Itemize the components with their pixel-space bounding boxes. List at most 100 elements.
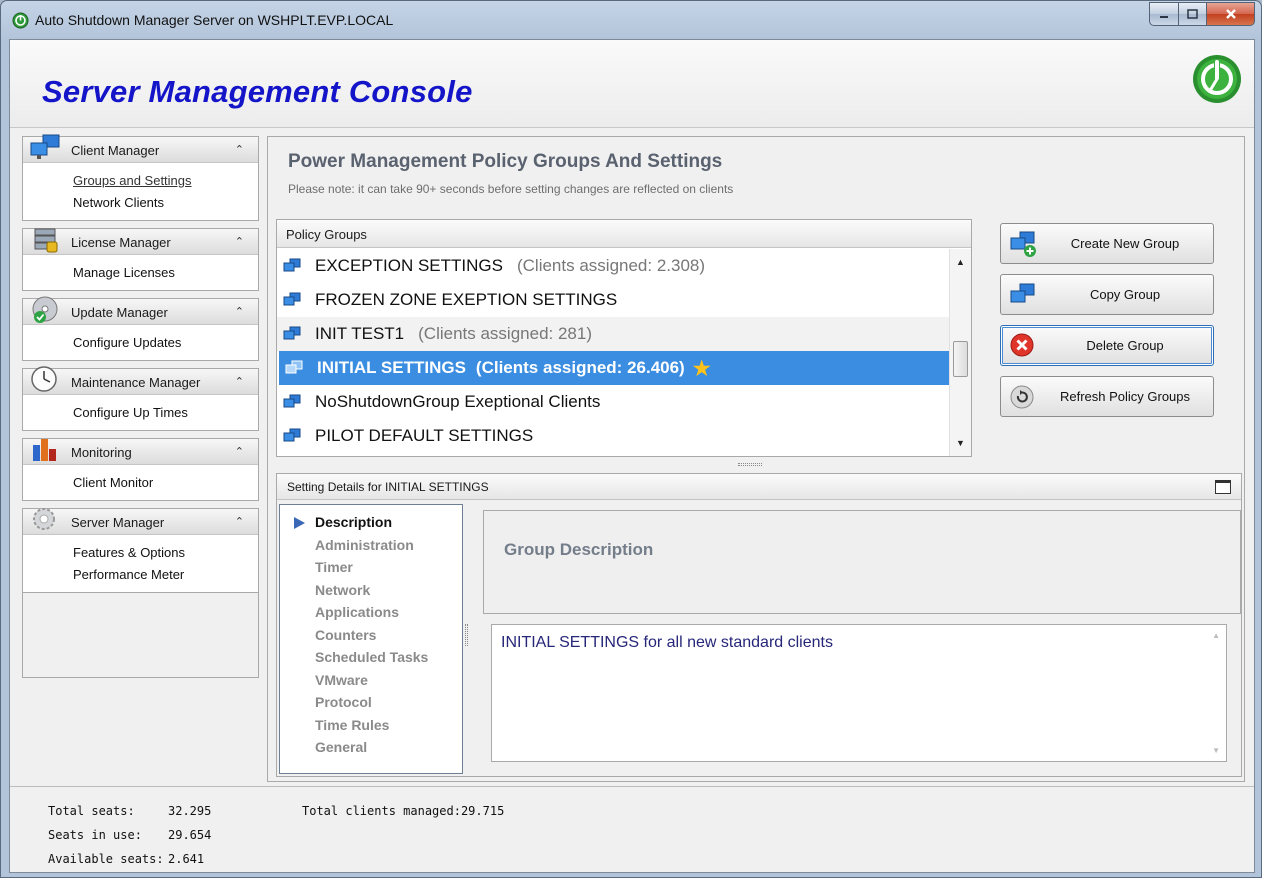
title-bar[interactable]: Auto Shutdown Manager Server on WSHPLT.E… xyxy=(1,1,1261,39)
caption-buttons xyxy=(1149,2,1255,26)
description-text: INITIAL SETTINGS for all new standard cl… xyxy=(501,634,833,651)
nav-label: Update Manager xyxy=(71,305,168,320)
settings-item-counters[interactable]: Counters xyxy=(292,624,462,647)
group-description-header: Group Description xyxy=(483,510,1241,614)
nav-link-configure-updates[interactable]: Configure Updates xyxy=(73,332,258,354)
nav-header-server-manager[interactable]: Server Manager ⌃ xyxy=(23,508,258,535)
seat-values: 32.295 29.654 2.641 xyxy=(168,799,211,871)
scroll-down-icon[interactable]: ▼ xyxy=(1212,746,1220,755)
nav-section-monitoring: Monitoring ⌃ Client Monitor xyxy=(22,438,259,501)
scroll-up-icon[interactable]: ▲ xyxy=(1212,631,1220,640)
available-seats-value: 2.641 xyxy=(168,852,205,866)
settings-item-description[interactable]: Description xyxy=(292,511,462,534)
nav-header-client-manager[interactable]: Client Manager ⌃ xyxy=(23,134,258,163)
console-header: Server Management Console xyxy=(10,40,1254,128)
delete-group-button[interactable]: Delete Group xyxy=(1000,325,1214,366)
group-client-count: (Clients assigned: 281) xyxy=(418,324,592,343)
policy-groups-scrollbar[interactable]: ▲ ▼ xyxy=(949,249,971,456)
policy-group-row-selected[interactable]: INITIAL SETTINGS (Clients assigned: 26.4… xyxy=(279,351,949,385)
nav-link-manage-licenses[interactable]: Manage Licenses xyxy=(73,262,258,284)
create-new-group-button[interactable]: Create New Group xyxy=(1000,223,1214,264)
license-server-icon xyxy=(34,228,58,253)
collapse-chevron-icon[interactable]: ⌃ xyxy=(235,305,244,318)
button-label: Copy Group xyxy=(1089,287,1161,302)
nav-body: Configure Updates xyxy=(23,325,258,360)
settings-item-general[interactable]: General xyxy=(292,736,462,759)
nav-empty-area xyxy=(22,593,259,678)
policy-group-row[interactable]: INIT TEST1 (Clients assigned: 281) xyxy=(277,317,949,351)
collapse-chevron-icon[interactable]: ⌃ xyxy=(235,235,244,248)
nav-link-configure-up-times[interactable]: Configure Up Times xyxy=(73,402,258,424)
settings-item-timer[interactable]: Timer xyxy=(292,556,462,579)
minimize-button[interactable] xyxy=(1149,2,1179,26)
update-disc-icon xyxy=(32,296,58,323)
power-logo-icon xyxy=(1193,55,1241,103)
settings-item-scheduled-tasks[interactable]: Scheduled Tasks xyxy=(292,646,462,669)
nav-header-update-manager[interactable]: Update Manager ⌃ xyxy=(23,296,258,325)
group-client-count: (Clients assigned: 26.406) xyxy=(475,358,685,377)
settings-item-vmware[interactable]: VMware xyxy=(292,669,462,692)
collapse-chevron-icon[interactable]: ⌃ xyxy=(235,445,244,458)
copy-group-button[interactable]: Copy Group xyxy=(1000,274,1214,315)
settings-item-time-rules[interactable]: Time Rules xyxy=(292,714,462,737)
close-button[interactable] xyxy=(1207,2,1255,26)
delete-x-icon xyxy=(1010,333,1034,357)
page-note: Please note: it can take 90+ seconds bef… xyxy=(288,182,734,196)
group-name: INIT TEST1 xyxy=(315,324,405,343)
total-clients-label: Total clients managed: xyxy=(302,804,461,818)
maximize-button[interactable] xyxy=(1179,2,1207,26)
policy-group-row[interactable]: FROZEN ZONE EXEPTION SETTINGS xyxy=(277,283,949,317)
policy-group-row[interactable]: NoShutdownGroup Exeptional Clients xyxy=(277,385,949,419)
nav-link-performance-meter[interactable]: Performance Meter xyxy=(73,564,258,586)
nav-body: Features & Options Performance Meter xyxy=(23,535,258,592)
nav-header-maintenance-manager[interactable]: Maintenance Manager ⌃ xyxy=(23,366,258,395)
policy-group-row[interactable]: PILOT DEFAULT SETTINGS xyxy=(277,419,949,453)
seats-in-use-value: 29.654 xyxy=(168,828,212,842)
total-clients: Total clients managed:29.715 xyxy=(302,799,504,823)
client-area: Server Management Console Client Manager… xyxy=(9,39,1255,873)
button-label: Refresh Policy Groups xyxy=(1059,389,1191,404)
button-label: Delete Group xyxy=(1086,338,1164,353)
group-monitors-icon xyxy=(283,292,301,306)
splitter-grip[interactable] xyxy=(738,463,762,466)
group-name: PILOT DEFAULT SETTINGS xyxy=(315,426,534,445)
nav-header-monitoring[interactable]: Monitoring ⌃ xyxy=(23,439,258,465)
group-monitors-icon xyxy=(283,394,301,408)
seats-in-use-label: Seats in use: xyxy=(48,828,142,842)
settings-category-list: Description Administration Timer Network… xyxy=(279,504,463,774)
nav-label: Client Manager xyxy=(71,143,160,158)
settings-item-protocol[interactable]: Protocol xyxy=(292,691,462,714)
main-panel: Power Management Policy Groups And Setti… xyxy=(267,136,1245,782)
collapse-chevron-icon[interactable]: ⌃ xyxy=(235,143,244,156)
vertical-splitter-grip[interactable] xyxy=(465,624,468,646)
group-name: FROZEN ZONE EXEPTION SETTINGS xyxy=(315,290,618,309)
settings-item-applications[interactable]: Applications xyxy=(292,601,462,624)
app-window: Auto Shutdown Manager Server on WSHPLT.E… xyxy=(0,0,1262,878)
scroll-thumb[interactable] xyxy=(953,341,968,377)
refresh-policy-groups-button[interactable]: Refresh Policy Groups xyxy=(1000,376,1214,417)
policy-groups-header: Policy Groups xyxy=(277,220,971,248)
nav-link-network-clients[interactable]: Network Clients xyxy=(73,192,258,214)
available-seats-label: Available seats: xyxy=(48,852,164,866)
group-description-textarea[interactable]: INITIAL SETTINGS for all new standard cl… xyxy=(491,624,1227,762)
monitors-icon xyxy=(30,134,60,159)
scroll-up-icon[interactable]: ▲ xyxy=(956,257,965,267)
group-name: NoShutdownGroup Exeptional Clients xyxy=(315,392,601,411)
collapse-chevron-icon[interactable]: ⌃ xyxy=(235,515,244,528)
maximize-icon xyxy=(1187,9,1198,19)
nav-link-features-options[interactable]: Features & Options xyxy=(73,542,258,564)
nav-body: Manage Licenses xyxy=(23,255,258,290)
settings-item-administration[interactable]: Administration xyxy=(292,534,462,557)
page-title: Power Management Policy Groups And Setti… xyxy=(288,151,723,172)
nav-link-client-monitor[interactable]: Client Monitor xyxy=(73,472,258,494)
scroll-down-icon[interactable]: ▼ xyxy=(956,438,965,448)
policy-groups-list[interactable]: EXCEPTION SETTINGS (Clients assigned: 2.… xyxy=(277,249,949,456)
nav-body: Client Monitor xyxy=(23,465,258,500)
maximize-panel-icon[interactable] xyxy=(1215,480,1231,494)
nav-header-license-manager[interactable]: License Manager ⌃ xyxy=(23,228,258,255)
nav-link-groups-and-settings[interactable]: Groups and Settings xyxy=(73,170,258,192)
policy-group-row[interactable]: EXCEPTION SETTINGS (Clients assigned: 2.… xyxy=(277,249,949,283)
collapse-chevron-icon[interactable]: ⌃ xyxy=(235,375,244,388)
settings-item-network[interactable]: Network xyxy=(292,579,462,602)
status-footer: Total seats: Seats in use: Available sea… xyxy=(10,786,1254,872)
